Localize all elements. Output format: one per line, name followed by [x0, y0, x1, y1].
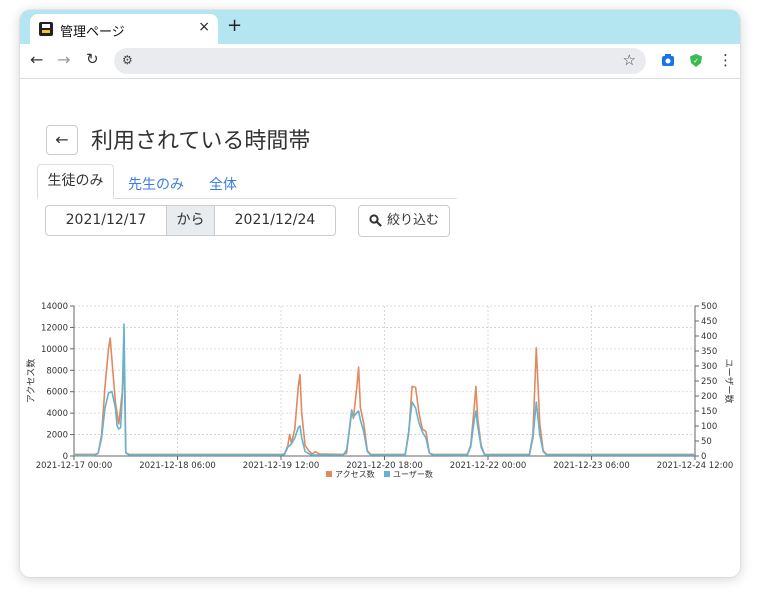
tab-teachers-only[interactable]: 先生のみ [128, 174, 184, 194]
date-range-connector: から [166, 205, 215, 236]
y-axis-label: アクセス数 [25, 359, 37, 404]
bookmark-star-icon[interactable]: ☆ [623, 51, 636, 69]
y-tick-label: 6000 [46, 388, 68, 398]
y-tick-label: 14000 [41, 302, 68, 312]
address-bar[interactable]: ⚙ ☆ [114, 48, 646, 74]
x-tick-label: 2021-12-18 06:00 [139, 461, 216, 471]
y-tick-label: 2000 [46, 431, 68, 441]
reload-icon[interactable]: ↻ [86, 50, 99, 68]
site-settings-icon[interactable]: ⚙ [122, 53, 133, 67]
y2-axis-label: ユーザー数 [723, 359, 735, 404]
y2-tick-label: 200 [701, 392, 717, 402]
tab-title: 管理ページ [60, 25, 125, 40]
y2-tick-label: 300 [701, 362, 717, 372]
x-tick-label: 2021-12-19 12:00 [243, 461, 320, 471]
legend-label-user-count: ユーザー数 [393, 469, 433, 479]
close-tab-icon[interactable]: × [198, 19, 210, 35]
y2-tick-label: 450 [701, 317, 717, 327]
y2-tick-label: 500 [701, 302, 717, 312]
back-arrow-icon[interactable]: ← [30, 50, 43, 69]
new-tab-button[interactable]: + [227, 15, 242, 36]
page-title: 利用されている時間帯 [91, 129, 311, 154]
screenshot-extension-icon[interactable] [661, 53, 675, 67]
forward-arrow-icon[interactable]: → [57, 50, 70, 69]
y2-tick-label: 150 [701, 407, 717, 417]
menu-kebab-icon[interactable]: ⋮ [718, 51, 733, 69]
y2-tick-label: 400 [701, 332, 717, 342]
legend-swatch-user-count [384, 471, 390, 477]
filter-button[interactable]: 絞り込む [358, 205, 450, 237]
shield-extension-icon[interactable]: ✓ [689, 53, 703, 68]
usage-time-chart: 0200040006000800010000120001400005010015… [25, 302, 735, 479]
svg-text:✓: ✓ [693, 57, 699, 65]
x-tick-label: 2021-12-24 12:00 [657, 461, 734, 471]
y2-tick-label: 350 [701, 347, 717, 357]
search-icon [369, 214, 382, 227]
tab-all[interactable]: 全体 [209, 174, 237, 194]
y2-tick-label: 50 [701, 437, 712, 447]
browser-tab[interactable]: 管理ページ × [30, 14, 218, 44]
date-from-input[interactable]: 2021/12/17 [45, 205, 167, 236]
browser-toolbar: ← → ↻ ⚙ ☆ ✓ ⋮ [20, 44, 740, 78]
page-content: ← 利用されている時間帯 生徒のみ 先生のみ 全体 2021/12/17 から … [20, 79, 740, 577]
back-button[interactable]: ← [46, 125, 78, 155]
y-tick-label: 8000 [46, 366, 68, 376]
y-tick-label: 4000 [46, 409, 68, 419]
x-tick-label: 2021-12-17 00:00 [36, 461, 113, 471]
y-tick-label: 10000 [41, 345, 68, 355]
y2-tick-label: 100 [701, 422, 717, 432]
browser-window: 管理ページ × + ← → ↻ ⚙ ☆ ✓ ⋮ ← 利用されている時間帯 生徒の… [20, 10, 740, 577]
tab-students-only[interactable]: 生徒のみ [37, 164, 114, 199]
date-to-input[interactable]: 2021/12/24 [214, 205, 336, 236]
y2-tick-label: 250 [701, 377, 717, 387]
legend-label-access-count: アクセス数 [335, 469, 375, 479]
filter-button-label: 絞り込む [387, 213, 440, 228]
tab-strip: 管理ページ × + [20, 10, 740, 44]
y-tick-label: 12000 [41, 323, 68, 333]
legend-swatch-access-count [326, 471, 332, 477]
x-tick-label: 2021-12-22 00:00 [450, 461, 527, 471]
favicon-icon [39, 22, 53, 36]
x-tick-label: 2021-12-23 06:00 [553, 461, 630, 471]
